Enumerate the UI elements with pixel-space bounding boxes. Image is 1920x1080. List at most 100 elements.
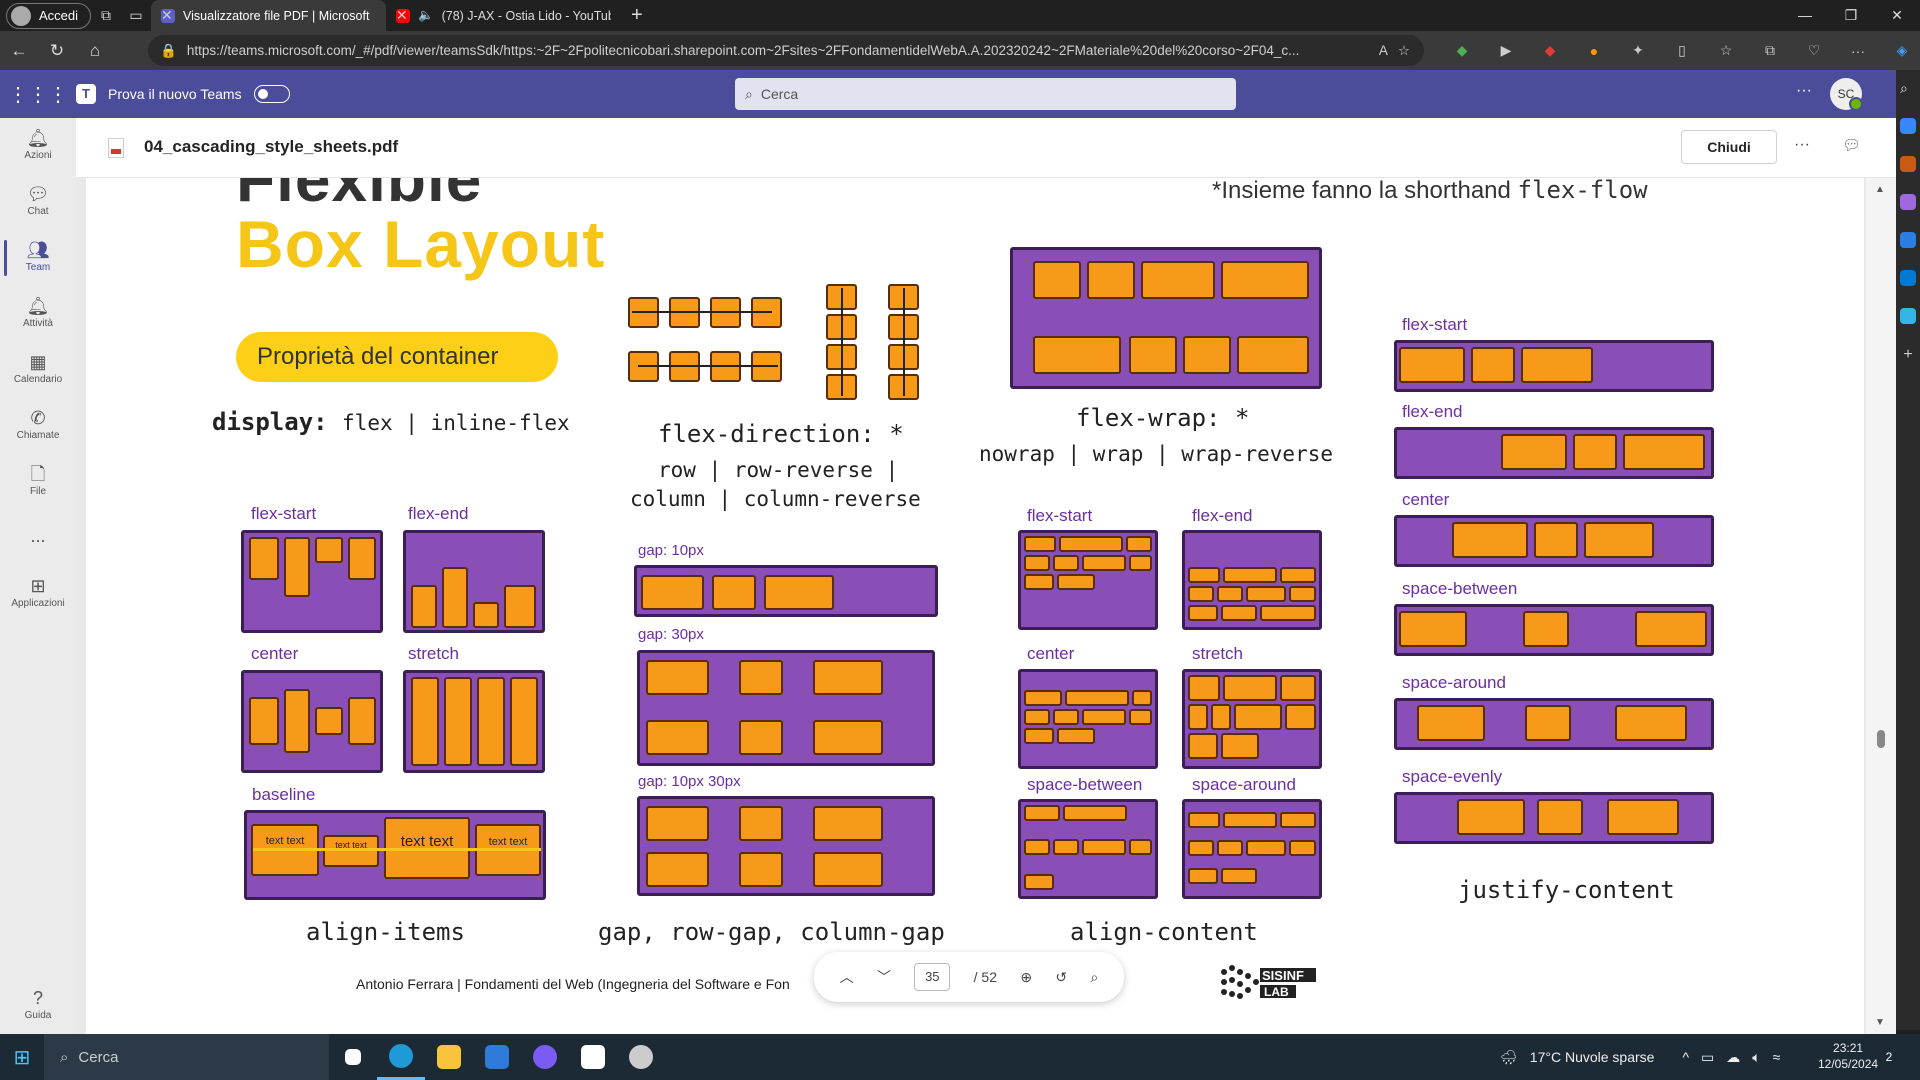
refresh-icon[interactable]: ↻ — [38, 41, 76, 61]
speaker-icon[interactable]: 🔈 — [418, 8, 434, 23]
item — [1129, 555, 1152, 571]
clock[interactable]: 23:21 12/05/2024 — [1818, 1040, 1878, 1072]
performance-icon[interactable]: ♡ — [1792, 42, 1836, 59]
rotate-icon[interactable]: ↺ — [1055, 969, 1067, 986]
tools-sidebar-icon[interactable] — [1900, 156, 1916, 172]
rail-item-calendario[interactable]: ▦ Calendario — [0, 352, 76, 385]
team-icon: 👥︎ — [26, 240, 50, 260]
collections-icon[interactable]: ⧉ — [1748, 42, 1792, 59]
network-icon[interactable]: ☁ — [1726, 1049, 1740, 1066]
weather-text[interactable]: 17°C Nuvole sparse — [1530, 1049, 1655, 1065]
user-avatar[interactable]: SC — [1830, 78, 1863, 111]
next-page-icon[interactable]: ﹀ — [877, 967, 891, 987]
wrap-item — [1141, 261, 1215, 299]
item — [1289, 840, 1316, 856]
extension-icon[interactable]: ● — [1572, 43, 1616, 59]
item — [1053, 555, 1079, 571]
rail-item-chiamate[interactable]: ✆ Chiamate — [0, 408, 76, 441]
rail-item-file[interactable]: 🗋 File — [0, 464, 76, 497]
mail-icon[interactable] — [473, 1034, 521, 1080]
puzzle-icon[interactable]: ✦ — [1616, 42, 1660, 59]
taskbar-search[interactable]: ⌕ Cerca — [44, 1034, 329, 1080]
scroll-up-icon[interactable]: ▲ — [1875, 184, 1885, 195]
apps-icon: ⊞ — [30, 576, 46, 596]
item — [813, 852, 883, 887]
align-items-label: flex-start — [251, 504, 317, 523]
rail-item-attivita[interactable]: 🔔︎ Attività — [0, 296, 76, 329]
windows-taskbar: ⊞ ⌕ Cerca 🌧︎ 17°C Nuvole sparse ^ ▭ ☁ 🔈︎… — [0, 1034, 1920, 1080]
settings-more-icon[interactable]: ··· — [1836, 43, 1880, 59]
home-icon[interactable]: ⌂ — [76, 41, 114, 61]
close-tab-icon[interactable]: ✕ — [161, 7, 173, 24]
address-bar[interactable]: 🔒 https://teams.microsoft.com/_#/pdf/vie… — [148, 35, 1424, 66]
volume-icon[interactable]: 🔈︎ — [1752, 1049, 1760, 1066]
shield-extension-icon[interactable]: ◆ — [1440, 42, 1484, 59]
rail-item-applicazioni[interactable]: ⊞ Applicazioni — [0, 576, 76, 609]
send-sidebar-icon[interactable] — [1900, 308, 1916, 324]
favorites-icon[interactable]: ☆ — [1704, 42, 1748, 59]
align-items-title: align-items — [306, 918, 465, 946]
back-icon[interactable]: ← — [0, 41, 38, 61]
media-extension-icon[interactable]: ▶ — [1484, 42, 1528, 59]
close-tab-icon[interactable]: ✕ — [396, 7, 408, 24]
task-view-icon[interactable] — [329, 1034, 377, 1080]
notion-icon[interactable] — [569, 1034, 617, 1080]
help-icon: ? — [32, 988, 43, 1008]
conversation-icon[interactable]: 💬︎ — [1842, 136, 1861, 154]
edge-icon[interactable] — [377, 1034, 425, 1080]
item — [1053, 839, 1079, 855]
new-tab-button[interactable]: + — [621, 4, 653, 27]
zoom-in-icon[interactable]: ⊕ — [1020, 969, 1032, 986]
close-window-icon[interactable]: ✕ — [1874, 0, 1920, 31]
rail-item-azioni[interactable]: 🔔︎ Azioni — [0, 128, 76, 161]
baseline-text: text text — [265, 835, 305, 847]
discord-icon[interactable] — [521, 1034, 569, 1080]
tab-youtube[interactable]: 🔈 (78) J-AX - Ostia Lido - YouTube ✕ — [386, 0, 621, 31]
wrap-item — [1033, 261, 1081, 299]
rail-item-more[interactable]: ... — [0, 526, 76, 546]
favorite-star-icon[interactable]: ☆ — [1398, 43, 1424, 59]
add-sidebar-icon[interactable]: + — [1900, 346, 1916, 363]
notifications-badge[interactable]: 2 — [1878, 1046, 1900, 1068]
item — [1280, 675, 1316, 701]
read-aloud-icon[interactable]: A — [1379, 43, 1388, 58]
m365-sidebar-icon[interactable] — [1900, 232, 1916, 248]
tab-actions-icon[interactable]: ▭ — [121, 3, 151, 29]
app-launcher-icon[interactable]: ⋮⋮⋮ — [0, 82, 76, 107]
previous-page-icon[interactable]: ︿ — [840, 967, 854, 987]
rail-item-team[interactable]: 👥︎ Team — [0, 240, 76, 276]
search-sidebar-icon[interactable]: ⌕ — [1900, 80, 1916, 96]
copilot-icon[interactable]: ◈ — [1880, 42, 1920, 59]
search-input[interactable]: ⌕ Cerca — [735, 78, 1236, 110]
weather-icon[interactable]: 🌧︎ — [1500, 1049, 1518, 1066]
scroll-down-icon[interactable]: ▼ — [1875, 1017, 1885, 1028]
more-options-icon[interactable]: ··· — [1796, 82, 1812, 100]
flex-wrap-container — [1010, 247, 1322, 389]
workspaces-icon[interactable]: ⧉ — [91, 3, 121, 29]
tab-pdf-viewer[interactable]: Visualizzatore file PDF | Microsoft ✕ — [151, 0, 387, 31]
outlook-sidebar-icon[interactable] — [1900, 270, 1916, 286]
restore-icon[interactable]: ❐ — [1828, 0, 1874, 31]
chevron-up-icon[interactable]: ^ — [1682, 1049, 1689, 1065]
ublock-icon[interactable]: ◆ — [1528, 42, 1572, 59]
rail-item-chat[interactable]: 💬︎ Chat — [0, 184, 76, 217]
monitor-icon[interactable]: ▭ — [1701, 1049, 1714, 1066]
close-button[interactable]: Chiudi — [1681, 130, 1777, 164]
more-options-icon[interactable]: ··· — [1794, 136, 1810, 154]
wifi-icon[interactable]: ≈ — [1773, 1049, 1781, 1065]
new-teams-toggle[interactable] — [253, 85, 290, 103]
copilot-sidebar-icon[interactable] — [1900, 118, 1916, 134]
page-number-input[interactable]: 35 — [914, 963, 951, 991]
rail-item-guida[interactable]: ? Guida — [0, 988, 76, 1021]
find-icon[interactable]: ⌕ — [1090, 969, 1098, 986]
scroll-thumb[interactable] — [1877, 730, 1885, 748]
minimize-icon[interactable]: — — [1782, 0, 1828, 31]
games-sidebar-icon[interactable] — [1900, 194, 1916, 210]
file-explorer-icon[interactable] — [425, 1034, 473, 1080]
search-icon: ⌕ — [745, 85, 753, 102]
split-screen-icon[interactable]: ▯ — [1660, 42, 1704, 59]
account-button[interactable]: Accedi — [6, 2, 92, 29]
windows-start-icon[interactable]: ⊞ — [0, 1045, 44, 1070]
vertical-scrollbar[interactable]: ▲ ▼ — [1866, 178, 1896, 1034]
settings-icon[interactable] — [617, 1034, 665, 1080]
